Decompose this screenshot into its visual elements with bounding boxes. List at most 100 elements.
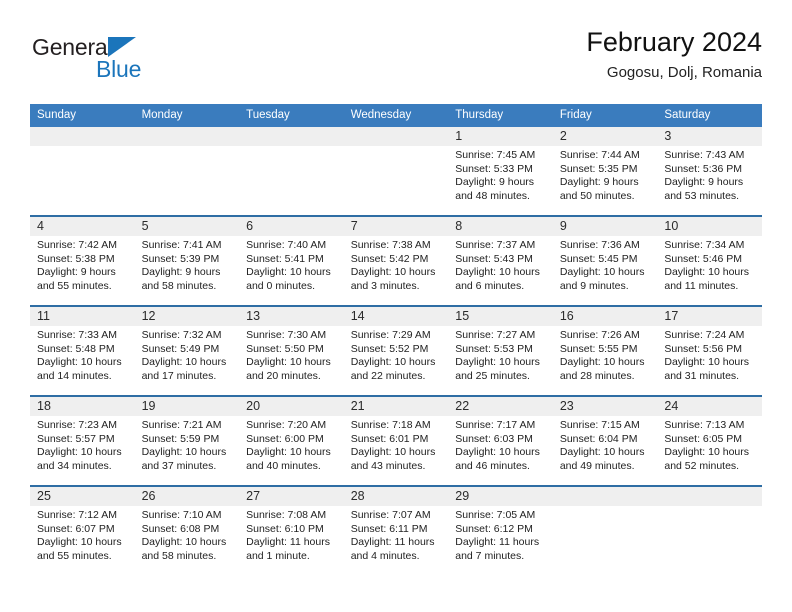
calendar-day-cell[interactable]: 23 Sunrise: 7:15 AM Sunset: 6:04 PM Dayligh… <box>552 395 658 486</box>
sunrise-time: Sunrise: 7:05 AM <box>455 509 536 521</box>
day-number: 5 <box>134 217 240 236</box>
calendar-day-cell[interactable]: 18 Sunrise: 7:23 AM Sunset: 5:57 PM Dayligh… <box>30 395 135 486</box>
daylight-line-2: and 11 minutes. <box>664 279 739 292</box>
sunrise-time: Sunrise: 7:10 AM <box>141 509 222 521</box>
calendar-week-row: 1 Sunrise: 7:45 AM Sunset: 5:33 PM Daylight… <box>30 127 762 216</box>
daylight-line-1: Daylight: 10 hours <box>141 356 227 369</box>
sunrise-time: Sunrise: 7:43 AM <box>664 149 745 161</box>
daylight-line-1: Daylight: 9 hours <box>141 266 221 279</box>
day-details: Sunrise: 7:17 AM Sunset: 6:03 PM Daylight:… <box>448 416 553 473</box>
day-number <box>552 487 658 506</box>
daylight-line-2: and 58 minutes. <box>141 279 217 292</box>
calendar-day-cell[interactable]: 20 Sunrise: 7:20 AM Sunset: 6:00 PM Dayligh… <box>239 395 344 486</box>
day-cell-inner: 18 Sunrise: 7:23 AM Sunset: 5:57 PM Dayligh… <box>30 397 135 485</box>
daylight-line-1: Daylight: 10 hours <box>37 536 122 549</box>
day-cell-inner <box>134 127 240 215</box>
calendar-day-cell[interactable]: 10 Sunrise: 7:34 AM Sunset: 5:46 PM Dayligh… <box>657 215 762 306</box>
sunset-time: Sunset: 6:05 PM <box>664 432 743 445</box>
day-number: 4 <box>30 217 135 236</box>
weekday-header-wednesday: Wednesday <box>343 104 449 127</box>
calendar-day-cell[interactable]: 24 Sunrise: 7:13 AM Sunset: 6:05 PM Dayligh… <box>657 395 762 486</box>
day-cell-inner: 23 Sunrise: 7:15 AM Sunset: 6:04 PM Dayligh… <box>552 397 658 485</box>
sunset-time: Sunset: 5:33 PM <box>455 162 533 175</box>
calendar-day-cell[interactable]: 16 Sunrise: 7:26 AM Sunset: 5:55 PM Dayligh… <box>552 305 658 396</box>
calendar-day-cell[interactable]: 22 Sunrise: 7:17 AM Sunset: 6:03 PM Dayligh… <box>448 395 553 486</box>
day-cell-inner: 16 Sunrise: 7:26 AM Sunset: 5:55 PM Dayligh… <box>552 307 658 395</box>
day-details: Sunrise: 7:23 AM Sunset: 5:57 PM Daylight:… <box>30 416 135 473</box>
sunrise-time: Sunrise: 7:26 AM <box>559 329 640 341</box>
calendar-day-cell[interactable]: 12 Sunrise: 7:32 AM Sunset: 5:49 PM Dayligh… <box>134 305 240 396</box>
day-number: 7 <box>343 217 449 236</box>
sunset-time: Sunset: 5:43 PM <box>455 252 533 265</box>
daylight-line-2: and 22 minutes. <box>350 369 426 382</box>
day-details: Sunrise: 7:05 AM Sunset: 6:12 PM Daylight:… <box>448 506 553 563</box>
daylight-line-2: and 6 minutes. <box>455 279 525 292</box>
daylight-line-2: and 40 minutes. <box>246 459 321 472</box>
daylight-line-2: and 53 minutes. <box>664 189 740 202</box>
sunset-time: Sunset: 6:03 PM <box>455 432 533 445</box>
calendar-day-cell[interactable]: 27 Sunrise: 7:08 AM Sunset: 6:10 PM Dayligh… <box>239 485 344 575</box>
calendar-day-cell[interactable]: 9 Sunrise: 7:36 AM Sunset: 5:45 PM Daylight… <box>552 215 658 306</box>
daylight-line-2: and 7 minutes. <box>455 549 525 562</box>
general-blue-logo[interactable]: General Blue <box>32 36 202 92</box>
calendar-day-cell[interactable]: 2 Sunrise: 7:44 AM Sunset: 5:35 PM Daylight… <box>552 127 658 216</box>
sunset-time: Sunset: 5:52 PM <box>350 342 429 355</box>
calendar-day-cell[interactable]: 19 Sunrise: 7:21 AM Sunset: 5:59 PM Dayligh… <box>134 395 240 486</box>
calendar-day-cell[interactable]: 26 Sunrise: 7:10 AM Sunset: 6:08 PM Dayligh… <box>134 485 240 575</box>
sunset-time: Sunset: 5:46 PM <box>664 252 743 265</box>
calendar-day-cell[interactable]: 6 Sunrise: 7:40 AM Sunset: 5:41 PM Daylight… <box>239 215 344 306</box>
day-cell-inner <box>657 487 762 575</box>
calendar-day-cell[interactable]: 4 Sunrise: 7:42 AM Sunset: 5:38 PM Daylight… <box>30 215 135 306</box>
day-number: 28 <box>343 487 449 506</box>
daylight-line-2: and 4 minutes. <box>350 549 420 562</box>
sunset-time: Sunset: 6:04 PM <box>559 432 638 445</box>
day-details: Sunrise: 7:26 AM Sunset: 5:55 PM Daylight:… <box>553 326 658 383</box>
sunrise-time: Sunrise: 7:24 AM <box>664 329 745 341</box>
sunrise-time: Sunrise: 7:12 AM <box>37 509 117 521</box>
triangle-icon <box>108 37 136 57</box>
sunrise-time: Sunrise: 7:32 AM <box>141 329 222 341</box>
sunrise-time: Sunrise: 7:13 AM <box>664 419 745 431</box>
calendar-day-cell[interactable]: 28 Sunrise: 7:07 AM Sunset: 6:11 PM Dayligh… <box>343 485 449 575</box>
weekday-header-thursday: Thursday <box>448 104 553 127</box>
calendar-table: Sunday Monday Tuesday Wednesday Thursday Frid… <box>30 104 762 575</box>
day-details: Sunrise: 7:24 AM Sunset: 5:56 PM Daylight:… <box>657 326 762 383</box>
calendar-day-cell[interactable]: 25 Sunrise: 7:12 AM Sunset: 6:07 PM Dayligh… <box>30 485 135 575</box>
calendar-day-cell[interactable]: 15 Sunrise: 7:27 AM Sunset: 5:53 PM Dayligh… <box>448 305 553 396</box>
calendar-day-cell[interactable]: 29 Sunrise: 7:05 AM Sunset: 6:12 PM Dayligh… <box>448 485 553 575</box>
sunset-time: Sunset: 5:38 PM <box>37 252 115 265</box>
calendar-day-cell[interactable]: 7 Sunrise: 7:38 AM Sunset: 5:42 PM Daylight… <box>343 215 449 306</box>
calendar-day-cell[interactable]: 1 Sunrise: 7:45 AM Sunset: 5:33 PM Daylight… <box>448 127 553 216</box>
sunrise-time: Sunrise: 7:29 AM <box>350 329 431 341</box>
calendar-day-cell[interactable]: 13 Sunrise: 7:30 AM Sunset: 5:50 PM Dayligh… <box>239 305 344 396</box>
sunset-time: Sunset: 6:08 PM <box>141 522 220 535</box>
masthead: General Blue February 2024 Gogosu, Dolj,… <box>30 27 762 96</box>
daylight-line-1: Daylight: 11 hours <box>246 536 330 549</box>
day-number: 27 <box>239 487 344 506</box>
sunset-time: Sunset: 5:48 PM <box>37 342 115 355</box>
day-cell-inner: 22 Sunrise: 7:17 AM Sunset: 6:03 PM Dayligh… <box>448 397 553 485</box>
calendar-day-cell[interactable]: 3 Sunrise: 7:43 AM Sunset: 5:36 PM Daylight… <box>657 127 762 216</box>
day-cell-inner: 10 Sunrise: 7:34 AM Sunset: 5:46 PM Dayligh… <box>657 217 762 305</box>
day-details: Sunrise: 7:10 AM Sunset: 6:08 PM Daylight:… <box>135 506 240 563</box>
day-details: Sunrise: 7:40 AM Sunset: 5:41 PM Daylight:… <box>239 236 344 293</box>
day-number <box>239 127 344 146</box>
day-number: 2 <box>552 127 658 146</box>
sunset-time: Sunset: 6:10 PM <box>246 522 324 535</box>
calendar-day-cell[interactable]: 5 Sunrise: 7:41 AM Sunset: 5:39 PM Daylight… <box>134 215 240 306</box>
page-title: February 2024 <box>586 27 762 57</box>
day-cell-inner: 25 Sunrise: 7:12 AM Sunset: 6:07 PM Dayligh… <box>30 487 135 575</box>
day-number: 1 <box>448 127 553 146</box>
day-cell-inner: 9 Sunrise: 7:36 AM Sunset: 5:45 PM Daylight… <box>552 217 658 305</box>
logo-word-blue: Blue <box>96 56 142 82</box>
daylight-line-1: Daylight: 10 hours <box>37 356 122 369</box>
calendar-day-cell[interactable]: 17 Sunrise: 7:24 AM Sunset: 5:56 PM Dayligh… <box>657 305 762 396</box>
day-cell-inner: 5 Sunrise: 7:41 AM Sunset: 5:39 PM Daylight… <box>134 217 240 305</box>
calendar-day-cell[interactable]: 11 Sunrise: 7:33 AM Sunset: 5:48 PM Dayligh… <box>30 305 135 396</box>
calendar-day-cell[interactable]: 8 Sunrise: 7:37 AM Sunset: 5:43 PM Daylight… <box>448 215 553 306</box>
calendar-day-cell[interactable]: 14 Sunrise: 7:29 AM Sunset: 5:52 PM Dayligh… <box>343 305 449 396</box>
day-cell-inner: 20 Sunrise: 7:20 AM Sunset: 6:00 PM Dayligh… <box>239 397 344 485</box>
calendar-day-cell[interactable]: 21 Sunrise: 7:18 AM Sunset: 6:01 PM Dayligh… <box>343 395 449 486</box>
day-number: 11 <box>30 307 135 326</box>
day-cell-inner: 12 Sunrise: 7:32 AM Sunset: 5:49 PM Dayligh… <box>134 307 240 395</box>
